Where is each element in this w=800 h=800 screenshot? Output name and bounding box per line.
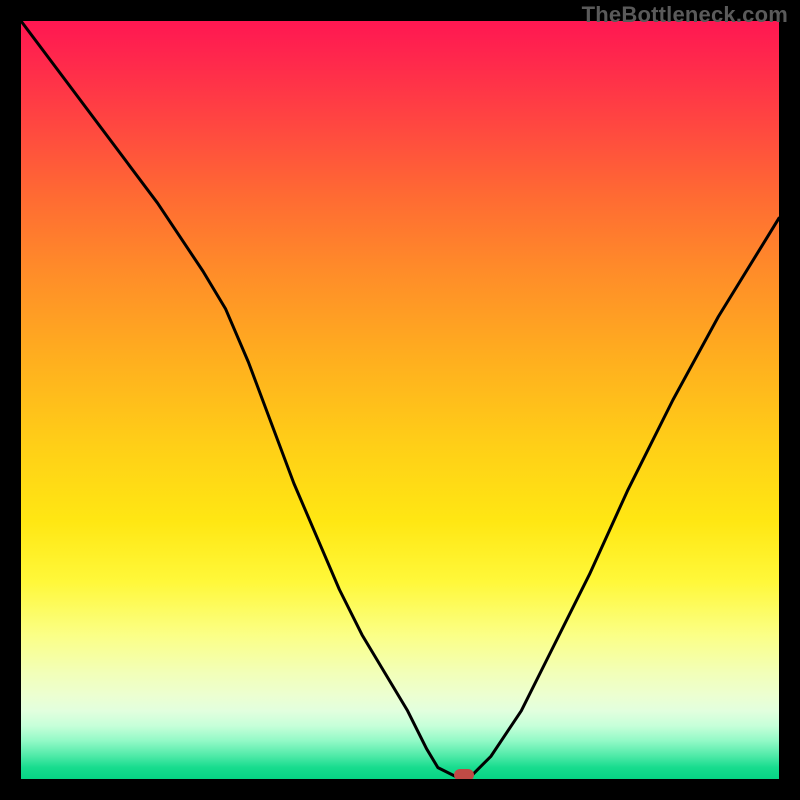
minimum-marker (454, 769, 474, 779)
watermark-text: TheBottleneck.com (582, 2, 788, 28)
plot-area (21, 21, 779, 779)
chart-frame: TheBottleneck.com (0, 0, 800, 800)
bottleneck-curve (21, 21, 779, 779)
